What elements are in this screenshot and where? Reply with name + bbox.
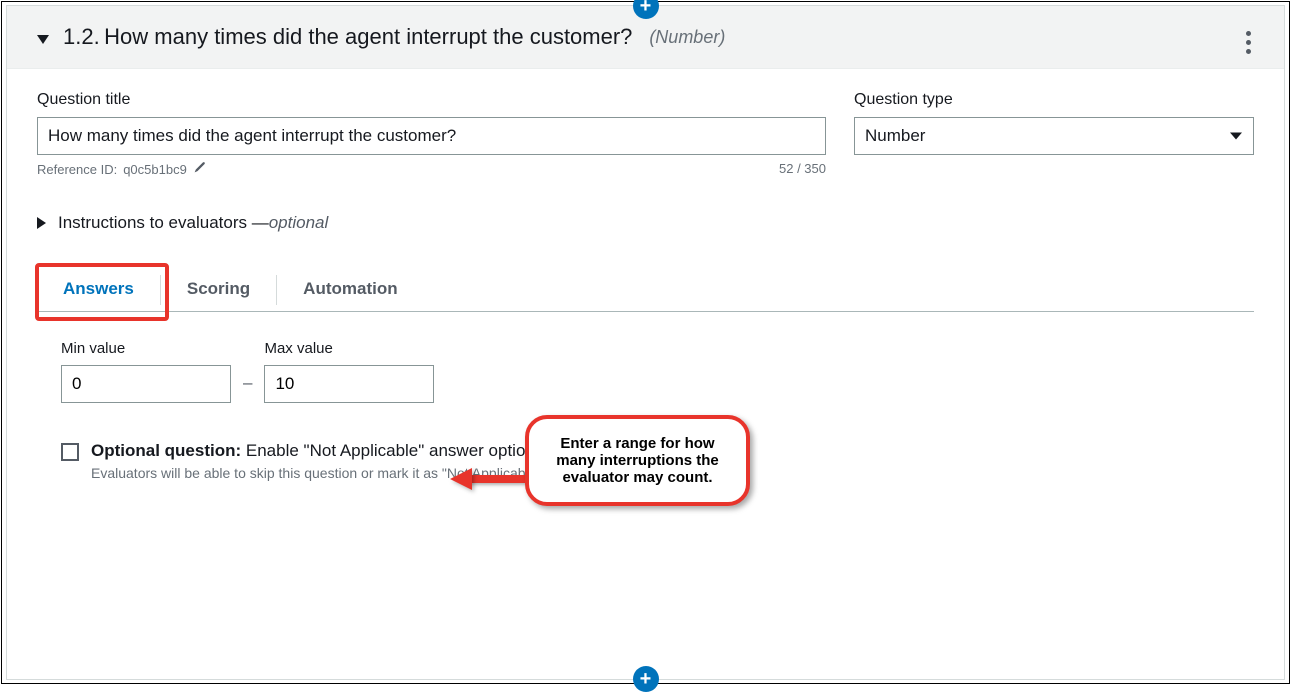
question-title-heading: How many times did the agent interrupt t…: [104, 24, 632, 50]
max-value-label: Max value: [264, 340, 434, 357]
question-number: 1.2.: [63, 24, 100, 50]
question-type-badge: (Number): [649, 27, 725, 48]
question-title-input[interactable]: [37, 117, 826, 155]
question-title-label: Question title: [37, 91, 826, 109]
min-value-input[interactable]: [61, 365, 231, 403]
reference-id: Reference ID: q0c5b1bc9: [37, 161, 206, 177]
chevron-right-icon: [37, 217, 46, 229]
instructions-toggle[interactable]: Instructions to evaluators — optional: [37, 213, 1254, 233]
optional-question-checkbox[interactable]: [61, 443, 79, 461]
chevron-down-icon: [37, 35, 49, 44]
plus-icon: +: [640, 0, 652, 18]
instructions-label: Instructions to evaluators —: [58, 213, 269, 233]
tabs: Answers Scoring Automation: [37, 269, 1254, 312]
range-dash: –: [231, 373, 264, 403]
annotation-arrow: [450, 468, 530, 490]
tab-automation[interactable]: Automation: [277, 269, 423, 311]
max-value-input[interactable]: [264, 365, 434, 403]
min-value-label: Min value: [61, 340, 231, 357]
question-type-select[interactable]: Number: [854, 117, 1254, 155]
chevron-down-icon: [1230, 133, 1242, 140]
plus-icon: +: [640, 668, 652, 691]
tab-scoring[interactable]: Scoring: [161, 269, 276, 311]
question-type-label: Question type: [854, 91, 1254, 109]
optional-question-label: Optional question: Enable "Not Applicabl…: [91, 441, 541, 461]
more-actions-button[interactable]: [1238, 28, 1258, 56]
question-card: + 1.2. How many times did the agent inte…: [6, 5, 1285, 680]
char-count: 52 / 350: [779, 161, 826, 177]
instructions-optional: optional: [269, 213, 329, 233]
annotation-callout: Enter a range for how many interruptions…: [525, 415, 750, 506]
edit-reference-icon[interactable]: [193, 161, 206, 177]
kebab-icon: [1246, 31, 1251, 36]
tab-answers[interactable]: Answers: [37, 269, 160, 311]
add-below-button[interactable]: +: [633, 666, 659, 692]
